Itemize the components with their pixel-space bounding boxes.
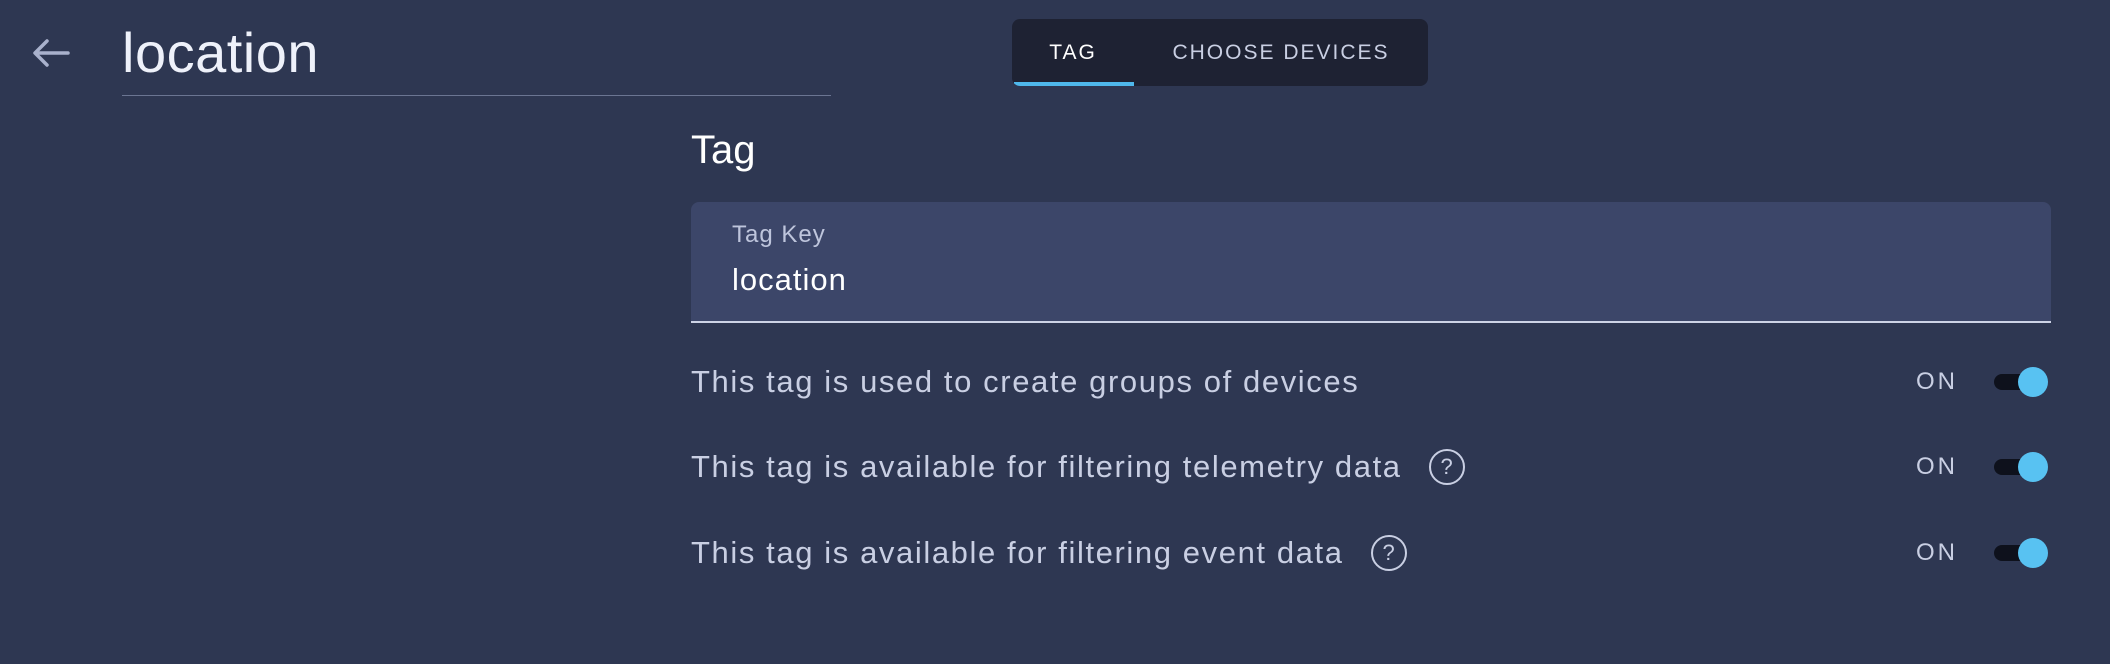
section-title: Tag xyxy=(691,128,756,172)
toggle-state-label: ON xyxy=(1916,539,1958,566)
toggle-group-groups: ON xyxy=(1916,357,2051,407)
tag-key-field[interactable]: Tag Key xyxy=(691,202,2051,323)
arrow-left-icon xyxy=(33,39,70,67)
telemetry-toggle[interactable] xyxy=(1990,451,2048,483)
groups-toggle[interactable] xyxy=(1990,366,2048,398)
toggle-group-telemetry: ON xyxy=(1916,442,2051,492)
tab-bar: TAG CHOOSE DEVICES xyxy=(1012,19,1428,86)
toggle-state-label: ON xyxy=(1916,368,1958,395)
setting-row-telemetry: This tag is available for filtering tele… xyxy=(691,442,2051,492)
toggle-group-events: ON xyxy=(1916,528,2051,578)
setting-label-events: This tag is available for filtering even… xyxy=(691,535,1344,570)
setting-row-events: This tag is available for filtering even… xyxy=(691,528,2051,578)
question-circle-icon[interactable]: ? xyxy=(1370,535,1407,571)
events-toggle[interactable] xyxy=(1990,537,2048,569)
toggle-thumb xyxy=(2018,452,2048,482)
toggle-thumb xyxy=(2018,367,2048,397)
setting-row-groups: This tag is used to create groups of dev… xyxy=(691,357,2051,407)
tag-key-label: Tag Key xyxy=(732,221,826,248)
page-title: location xyxy=(122,21,320,84)
title-field[interactable]: location xyxy=(122,14,831,96)
toggle-thumb xyxy=(2018,538,2048,568)
toggle-state-label: ON xyxy=(1916,453,1958,480)
tab-tag[interactable]: TAG xyxy=(1012,19,1134,86)
question-circle-icon[interactable]: ? xyxy=(1428,449,1465,485)
back-button[interactable] xyxy=(28,30,74,76)
setting-label-telemetry: This tag is available for filtering tele… xyxy=(691,449,1402,484)
tab-choose-devices[interactable]: CHOOSE DEVICES xyxy=(1134,19,1428,86)
tag-key-input[interactable] xyxy=(732,262,2012,298)
setting-label-groups: This tag is used to create groups of dev… xyxy=(691,364,1360,399)
